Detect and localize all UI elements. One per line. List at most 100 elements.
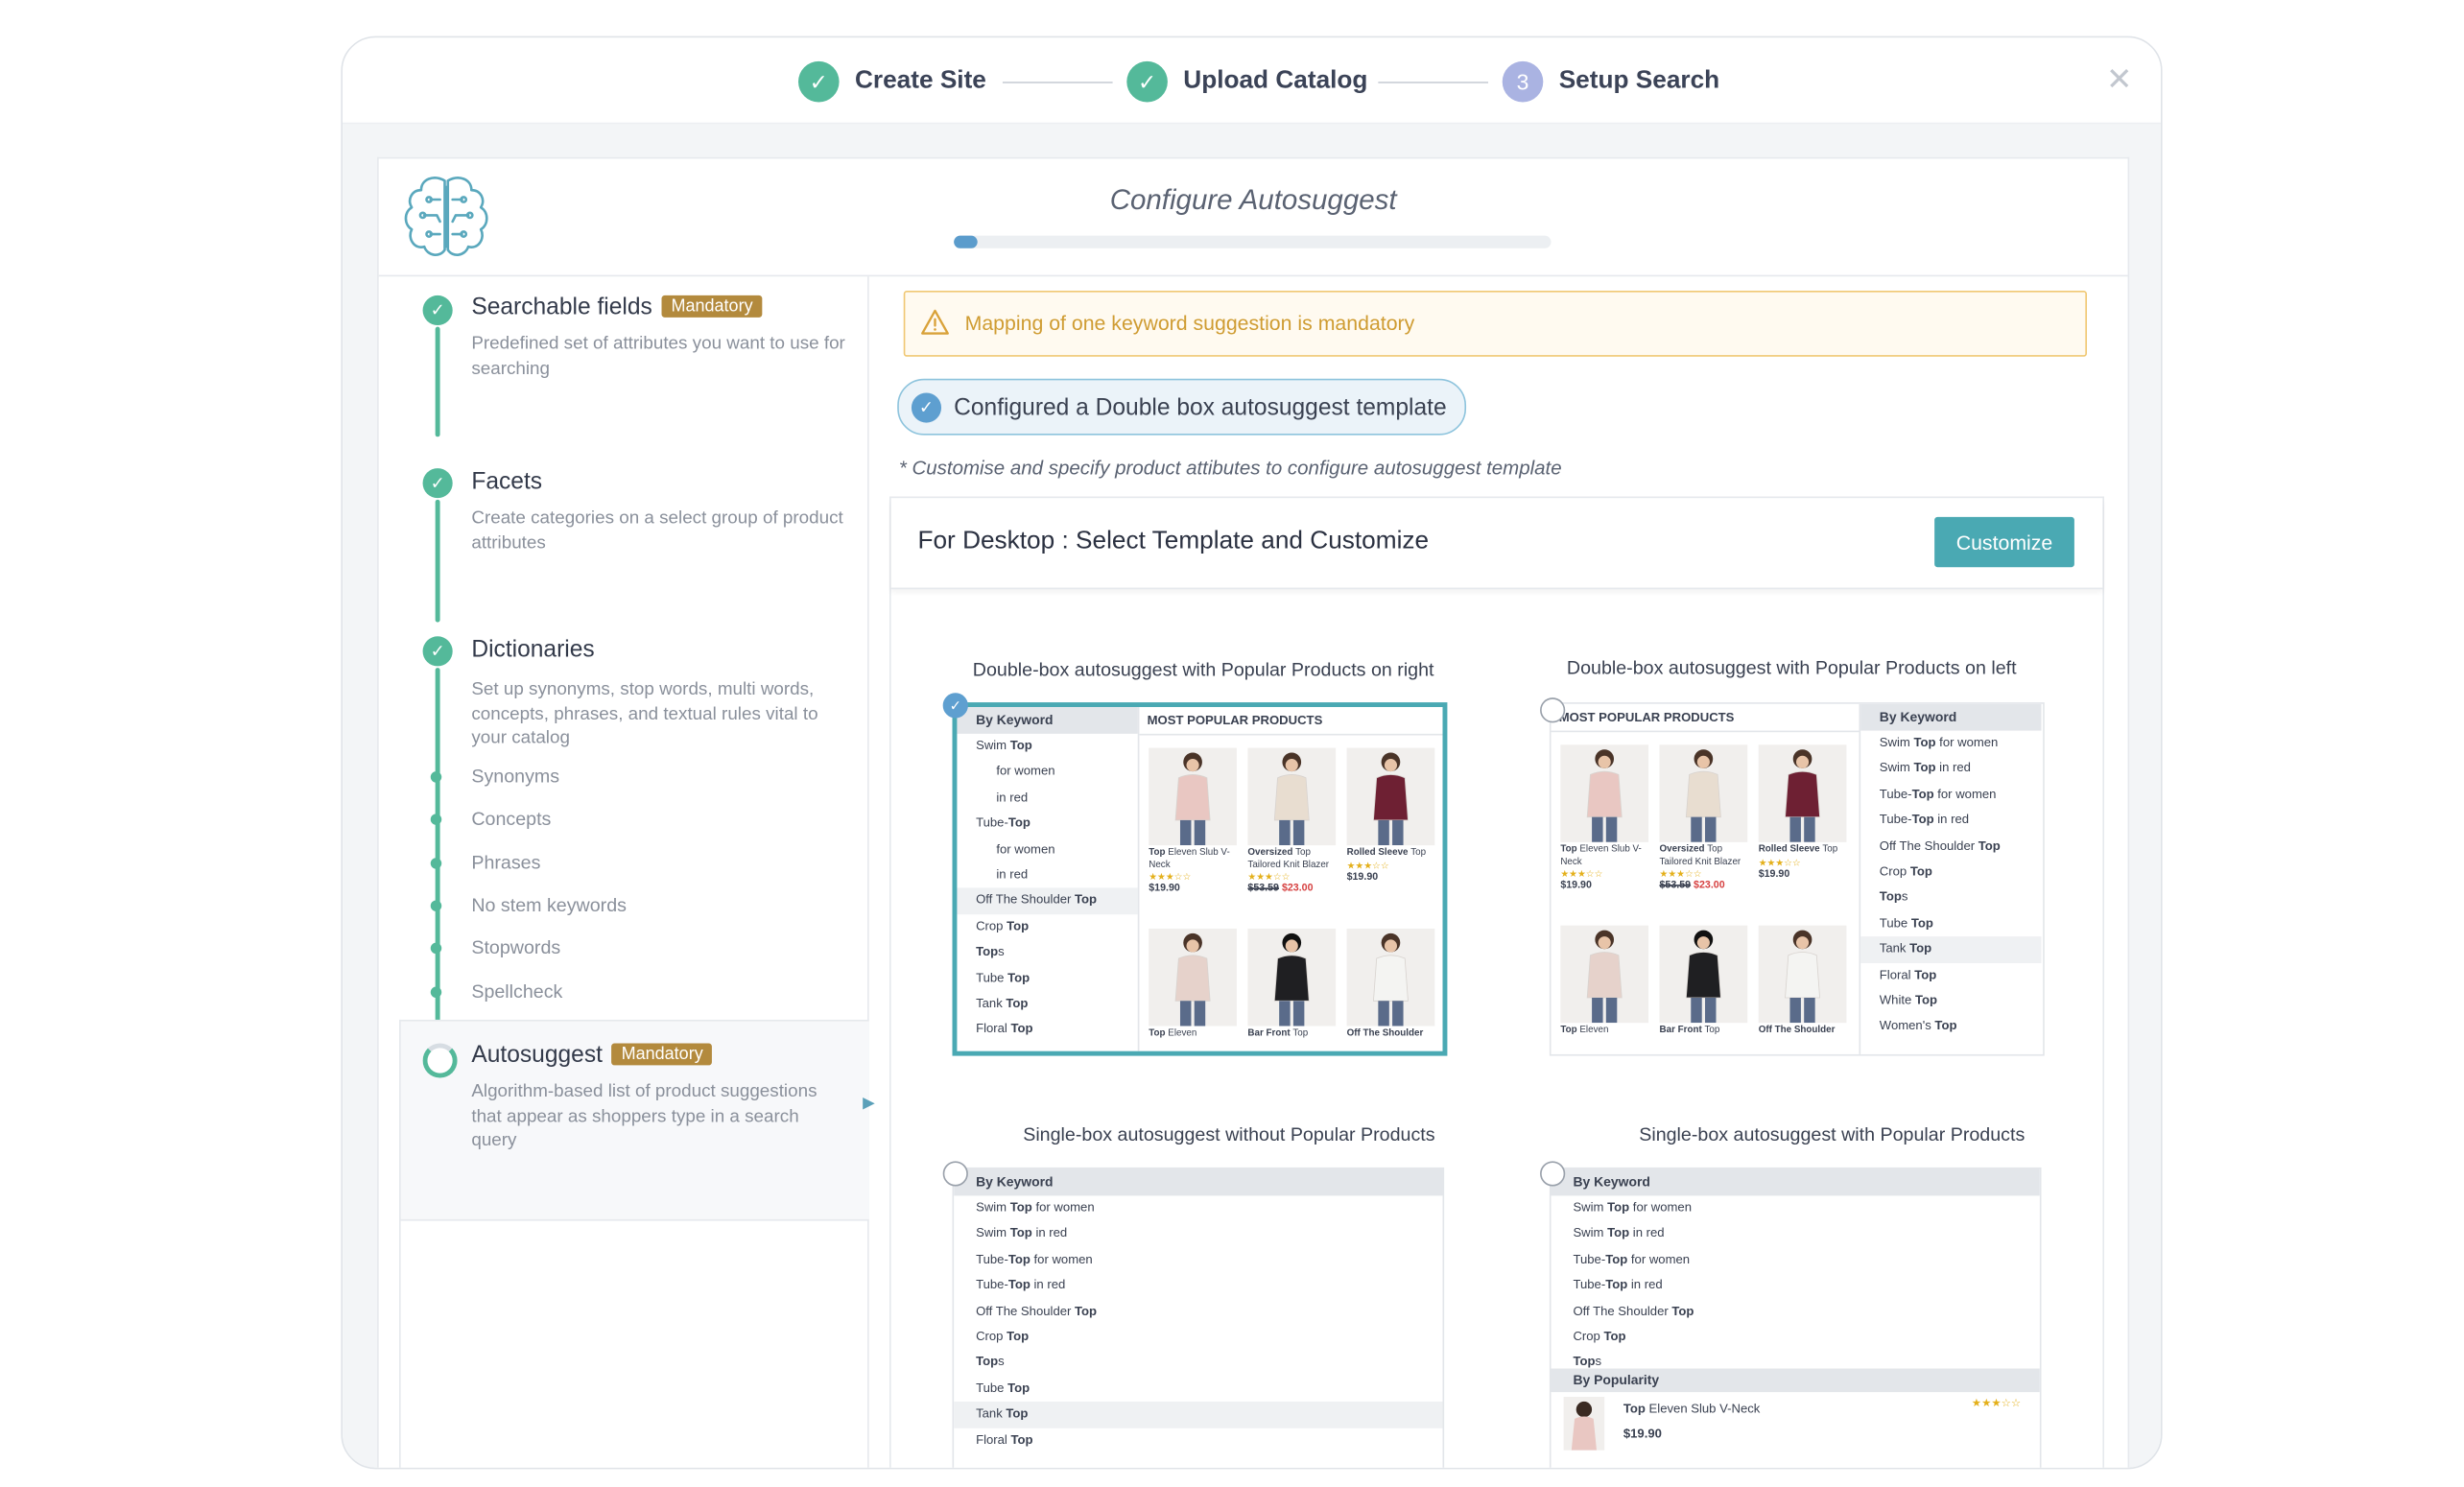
product-card: Rolled Sleeve Top ★★★☆☆ $19.90 — [1346, 747, 1438, 883]
sidebar-subitem-stopwords[interactable]: Stopwords — [471, 936, 560, 958]
mandatory-badge: Mandatory — [611, 1043, 713, 1066]
product-image — [1560, 925, 1649, 1024]
sidebar-subitem-synonyms[interactable]: Synonyms — [471, 766, 559, 788]
keyword-suggestion: Crop Top — [1879, 863, 1932, 879]
keyword-suggestion: in red — [996, 790, 1029, 805]
panel-title: For Desktop : Select Template and Custom… — [917, 528, 1430, 555]
template-caption: Double-box autosuggest with Popular Prod… — [1566, 656, 2017, 679]
keyword-suggestion: Tube-Top for women — [976, 1251, 1093, 1266]
wizard-stepper: ✓ Create Site ✓ Upload Catalog 3 Setup S… — [343, 37, 2161, 125]
template-radio-selected[interactable]: ✓ — [942, 693, 968, 719]
product-image — [1659, 744, 1748, 842]
sidebar-subitem-phrases[interactable]: Phrases — [471, 852, 540, 874]
check-icon: ✓ — [1126, 60, 1168, 103]
keyword-suggestion: Tank Top — [954, 1402, 1443, 1428]
sidebar-subitem-spellcheck[interactable]: Spellcheck — [471, 980, 562, 1003]
keyword-column: By Keyword Swim Top for women Swim Top in… — [1860, 703, 2042, 1054]
keyword-suggestion: Tube Top — [1879, 915, 1933, 931]
keyword-suggestion: Crop Top — [976, 1329, 1030, 1344]
check-icon: ✓ — [422, 636, 453, 667]
popular-products-column: MOST POPULAR PRODUCTS Top Eleven Slub V-… — [1551, 703, 1861, 1054]
sidebar-item-searchable-fields[interactable]: Searchable fields Mandatory — [471, 294, 763, 320]
template-radio[interactable] — [1540, 1161, 1566, 1187]
keyword-suggestion: Tube-Top in red — [1879, 813, 1970, 827]
keyword-suggestion: Tank Top — [1860, 936, 2042, 963]
keyword-suggestion: Tube-Top in red — [976, 1277, 1066, 1292]
popular-products-column: MOST POPULAR PRODUCTS Top Eleven Slub V-… — [1137, 707, 1443, 1051]
keyword-suggestion: Swim Top in red — [1879, 761, 1971, 776]
product-image — [1659, 925, 1748, 1024]
mandatory-badge: Mandatory — [661, 295, 763, 318]
keyword-suggestion: for women — [996, 841, 1055, 856]
keyword-column: By Keyword Swim Top for women Swim Top in… — [954, 1168, 1443, 1468]
product-card: Top Eleven — [1560, 925, 1651, 1038]
product-card: Oversized Top Tailored Knit Blazer ★★★☆☆ $… — [1247, 747, 1339, 894]
customize-button[interactable]: Customize — [1934, 516, 2074, 568]
sidebar-item-description: Predefined set of attributes you want to… — [471, 334, 845, 378]
sidebar-subitem-no-stem-keywords[interactable]: No stem keywords — [471, 894, 627, 916]
product-card: Off The Shoulder — [1758, 925, 1850, 1038]
progress-bar — [954, 235, 1552, 248]
product-card: Bar Front Top — [1247, 928, 1339, 1041]
sidebar-subitem-concepts[interactable]: Concepts — [471, 808, 551, 830]
keyword-column: By Keyword Swim Top for women in red Tube-T… — [957, 707, 1138, 1051]
keyword-suggestion: Tube Top — [976, 1381, 1031, 1395]
close-icon[interactable]: ✕ — [2106, 59, 2132, 99]
sub-step-dot — [430, 942, 442, 955]
sidebar-item-description: Set up synonyms, stop words, multi words… — [471, 680, 818, 748]
step-number-badge: 3 — [1502, 60, 1544, 103]
keyword-suggestion: Swim Top — [976, 738, 1032, 753]
step-setup-search[interactable]: 3 Setup Search — [1502, 59, 1719, 104]
keyword-suggestion: Swim Top for women — [1573, 1200, 1692, 1216]
sidebar-item-dictionaries[interactable]: Dictionaries — [471, 636, 594, 663]
progress-line — [435, 326, 440, 437]
template-double-box-right[interactable]: By Keyword Swim Top for women in red Tube-T… — [952, 702, 1448, 1056]
sub-step-dot — [430, 814, 442, 825]
keyword-suggestion: Swim Top for women — [976, 1200, 1095, 1216]
template-radio[interactable] — [1540, 697, 1566, 723]
product-image — [1758, 925, 1847, 1024]
keyword-suggestion: White Top — [1879, 992, 1937, 1007]
keyword-suggestion: Off The Shoulder Top — [957, 887, 1138, 914]
product-card: Top Eleven — [1149, 928, 1240, 1041]
sidebar-item-autosuggest[interactable]: Autosuggest Mandatory Algorithm-based lis… — [399, 1019, 875, 1221]
check-icon: ✓ — [911, 391, 942, 422]
sidebar-item-facets[interactable]: Facets — [471, 468, 542, 495]
keyword-suggestion: Tops — [976, 944, 1005, 959]
sub-step-dot — [430, 771, 442, 783]
keyword-suggestion: Off The Shoulder Top — [976, 1303, 1098, 1318]
product-image — [1247, 928, 1337, 1027]
step-create-site[interactable]: ✓ Create Site — [798, 59, 986, 104]
product-card: Rolled Sleeve Top ★★★☆☆ $19.90 — [1758, 744, 1850, 879]
sub-step-dot — [430, 900, 442, 911]
product-image — [1346, 747, 1435, 846]
in-progress-icon — [422, 1043, 458, 1078]
keyword-suggestion: Tube-Top in red — [1573, 1277, 1663, 1292]
warning-banner: Mapping of one keyword suggestion is man… — [903, 290, 2087, 357]
product-card: Oversized Top Tailored Knit Blazer ★★★☆☆ $… — [1659, 744, 1751, 891]
keyword-suggestion: Swim Top for women — [1879, 735, 1999, 750]
sidebar-item-description: Create categories on a select group of p… — [471, 508, 843, 553]
keyword-suggestion: Floral Top — [976, 1022, 1033, 1036]
product-image — [1560, 744, 1649, 842]
warning-icon — [921, 309, 949, 335]
configuration-note: * Customise and specify product attibute… — [898, 457, 1562, 480]
keyword-suggestion: Tank Top — [976, 996, 1029, 1010]
step-upload-catalog[interactable]: ✓ Upload Catalog — [1126, 59, 1367, 104]
sub-step-dot — [430, 986, 442, 999]
keyword-suggestion: Off The Shoulder Top — [1573, 1303, 1694, 1318]
configure-card: Configure Autosuggest ✓ Searchable field… — [377, 156, 2130, 1468]
keyword-suggestion: in red — [996, 866, 1029, 882]
template-radio[interactable] — [942, 1161, 968, 1187]
template-double-box-left[interactable]: MOST POPULAR PRODUCTS Top Eleven Slub V-… — [1549, 702, 2045, 1056]
template-single-box[interactable]: By Keyword Swim Top for women Swim Top in… — [952, 1167, 1445, 1468]
product-card: Top Eleven Slub V-Neck ★★★☆☆ $19.90 — [1560, 744, 1651, 891]
product-card: Off The Shoulder — [1346, 928, 1438, 1041]
warning-text: Mapping of one keyword suggestion is man… — [964, 311, 1415, 335]
template-single-box-popular[interactable]: By Keyword Swim Top for women Swim Top in… — [1549, 1167, 2042, 1468]
keyword-suggestion: Tube-Top for women — [1879, 787, 1997, 801]
check-icon: ✓ — [422, 468, 453, 499]
progress-fill — [954, 235, 979, 248]
step-connector — [1378, 82, 1488, 83]
wizard-modal: ✓ Create Site ✓ Upload Catalog 3 Setup S… — [341, 35, 2163, 1470]
